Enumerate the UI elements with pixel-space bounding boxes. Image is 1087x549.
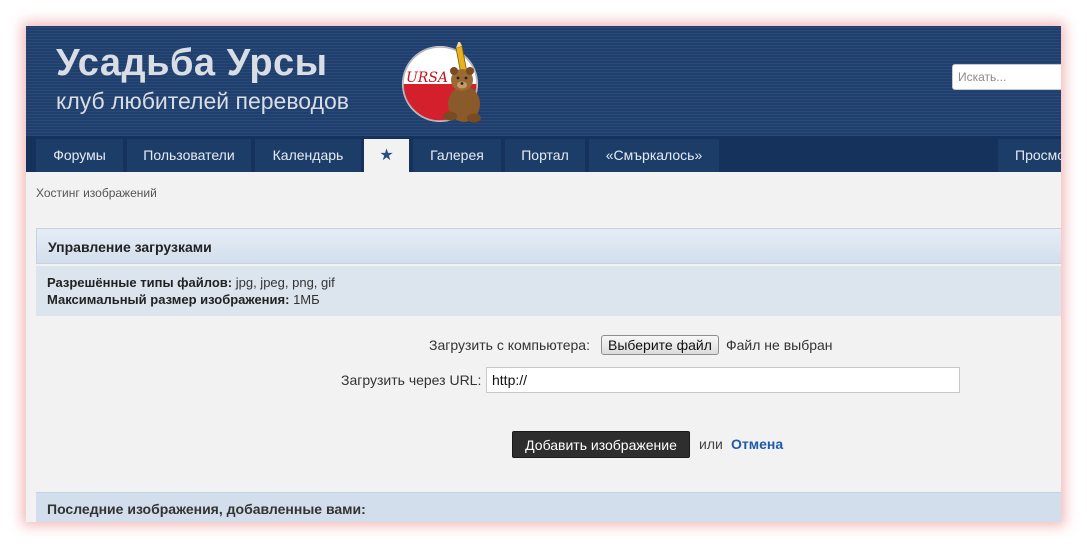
max-size-label: Максимальный размер изображения:: [47, 292, 290, 307]
upload-section-header: Управление загрузками: [36, 228, 1061, 264]
recent-images-title: Последние изображения, добавленные вами:: [47, 501, 366, 517]
site-title[interactable]: Усадьба Урсы: [56, 42, 328, 85]
add-image-button[interactable]: Добавить изображение: [512, 431, 690, 458]
main-navigation: Форумы Пользователи Календарь ★ Галерея …: [26, 136, 1061, 172]
nav-gallery[interactable]: Галерея: [413, 139, 501, 172]
allowed-types-value: jpg, jpeg, png, gif: [235, 275, 335, 290]
upload-limits-info: Разрешённые типы файлов: jpg, jpeg, png,…: [36, 266, 1061, 316]
nav-users[interactable]: Пользователи: [127, 139, 251, 172]
allowed-types-label: Разрешённые типы файлов:: [47, 275, 233, 290]
max-size-row: Максимальный размер изображения: 1МБ: [47, 292, 320, 307]
cancel-link[interactable]: Отмена: [731, 436, 783, 452]
site-header: Усадьба Урсы клуб любителей переводов UR…: [26, 26, 1061, 136]
recent-images-header: Последние изображения, добавленные вами:: [36, 492, 1061, 522]
allowed-types-row: Разрешённые типы файлов: jpg, jpeg, png,…: [47, 275, 335, 290]
upload-from-computer-label: Загрузить с компьютера:: [429, 337, 590, 353]
search-input[interactable]: [952, 64, 1061, 90]
upload-section-title: Управление загрузками: [48, 239, 212, 255]
nav-forums[interactable]: Форумы: [36, 139, 123, 172]
nav-smarkalos[interactable]: «Смъркалось»: [589, 139, 719, 172]
nav-portal[interactable]: Портал: [505, 139, 585, 172]
nav-view[interactable]: Просмо: [998, 139, 1061, 172]
choose-file-button[interactable]: Выберите файл: [601, 335, 719, 355]
or-text: или: [699, 436, 723, 452]
nav-calendar[interactable]: Календарь: [255, 139, 361, 172]
logo-text: URSA: [406, 70, 448, 86]
file-status: Файл не выбран: [726, 337, 833, 353]
max-size-value: 1МБ: [293, 292, 320, 307]
upload-from-url-label: Загрузить через URL:: [341, 372, 482, 388]
breadcrumb[interactable]: Хостинг изображений: [36, 186, 157, 200]
url-input[interactable]: [486, 367, 960, 393]
nav-favorites-star-icon[interactable]: ★: [364, 139, 409, 172]
ursa-bear-logo-icon[interactable]: URSA: [402, 42, 486, 126]
site-subtitle: клуб любителей переводов: [56, 88, 350, 114]
browser-page: Усадьба Урсы клуб любителей переводов UR…: [26, 26, 1061, 522]
